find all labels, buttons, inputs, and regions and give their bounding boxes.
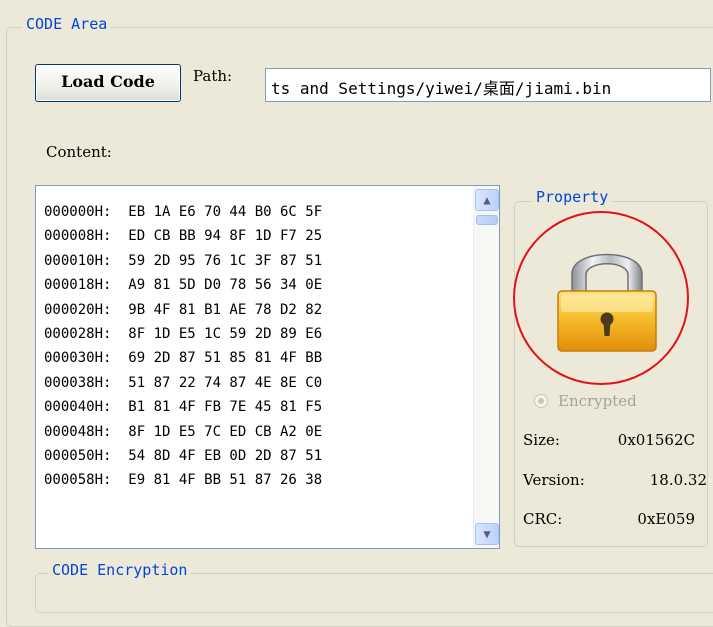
code-encryption-title: CODE Encryption (48, 561, 192, 579)
code-area-title: CODE Area (22, 15, 112, 33)
scroll-down-button[interactable]: ▼ (475, 523, 499, 545)
load-code-button[interactable]: Load Code (35, 64, 181, 102)
crc-row: CRC: 0xE059 (523, 510, 707, 528)
hex-line: 000018H: A9 81 5D D0 78 56 34 0E (44, 277, 323, 294)
content-label: Content: (46, 143, 112, 161)
path-input[interactable]: ts and Settings/yiwei/桌面/jiami.bin (265, 68, 711, 102)
version-value: 18.0.32 (649, 471, 707, 489)
hex-lines: 000000H: EB 1A E6 70 44 B0 6C 5F 000008H:… (44, 200, 322, 493)
hex-content-box[interactable]: 000000H: EB 1A E6 70 44 B0 6C 5F 000008H:… (35, 185, 500, 549)
scroll-up-button[interactable]: ▲ (475, 189, 499, 211)
crc-value: 0xE059 (637, 510, 695, 528)
vertical-scrollbar[interactable]: ▲ ▼ (473, 186, 499, 548)
radio-button-icon (534, 394, 548, 408)
hex-line: 000000H: EB 1A E6 70 44 B0 6C 5F (44, 204, 323, 220)
path-label: Path: (193, 67, 233, 85)
property-title: Property (532, 188, 613, 206)
encrypted-label: Encrypted (558, 392, 637, 410)
encrypted-radio: Encrypted (534, 392, 637, 410)
size-row: Size: 0x01562C (523, 431, 707, 449)
hex-line: 000028H: 8F 1D E5 1C 59 2D 89 E6 (44, 326, 323, 343)
hex-line: 000050H: 54 8D 4F EB 0D 2D 87 51 (44, 448, 323, 465)
hex-line: 000010H: 59 2D 95 76 1C 3F 87 51 (44, 252, 323, 269)
hex-line: 000020H: 9B 4F 81 B1 AE 78 D2 82 (44, 301, 323, 318)
size-value: 0x01562C (617, 431, 695, 449)
size-label: Size: (523, 431, 560, 449)
scroll-thumb[interactable] (476, 215, 498, 225)
crc-label: CRC: (523, 510, 563, 528)
hex-line: 000030H: 69 2D 87 51 85 81 4F BB (44, 350, 323, 367)
hex-line: 000008H: ED CB BB 94 8F 1D F7 25 (44, 228, 323, 245)
hex-line: 000058H: E9 81 4F BB 51 87 26 38 (44, 472, 323, 489)
hex-line: 000038H: 51 87 22 74 87 4E 8E C0 (44, 374, 323, 391)
code-encryption-group (35, 573, 713, 613)
version-label: Version: (523, 471, 585, 489)
hex-line: 000048H: 8F 1D E5 7C ED CB A2 0E (44, 423, 323, 440)
red-annotation-circle (513, 211, 689, 385)
hex-line: 000040H: B1 81 4F FB 7E 45 81 F5 (44, 399, 323, 416)
version-row: Version: 18.0.32 (523, 471, 707, 489)
